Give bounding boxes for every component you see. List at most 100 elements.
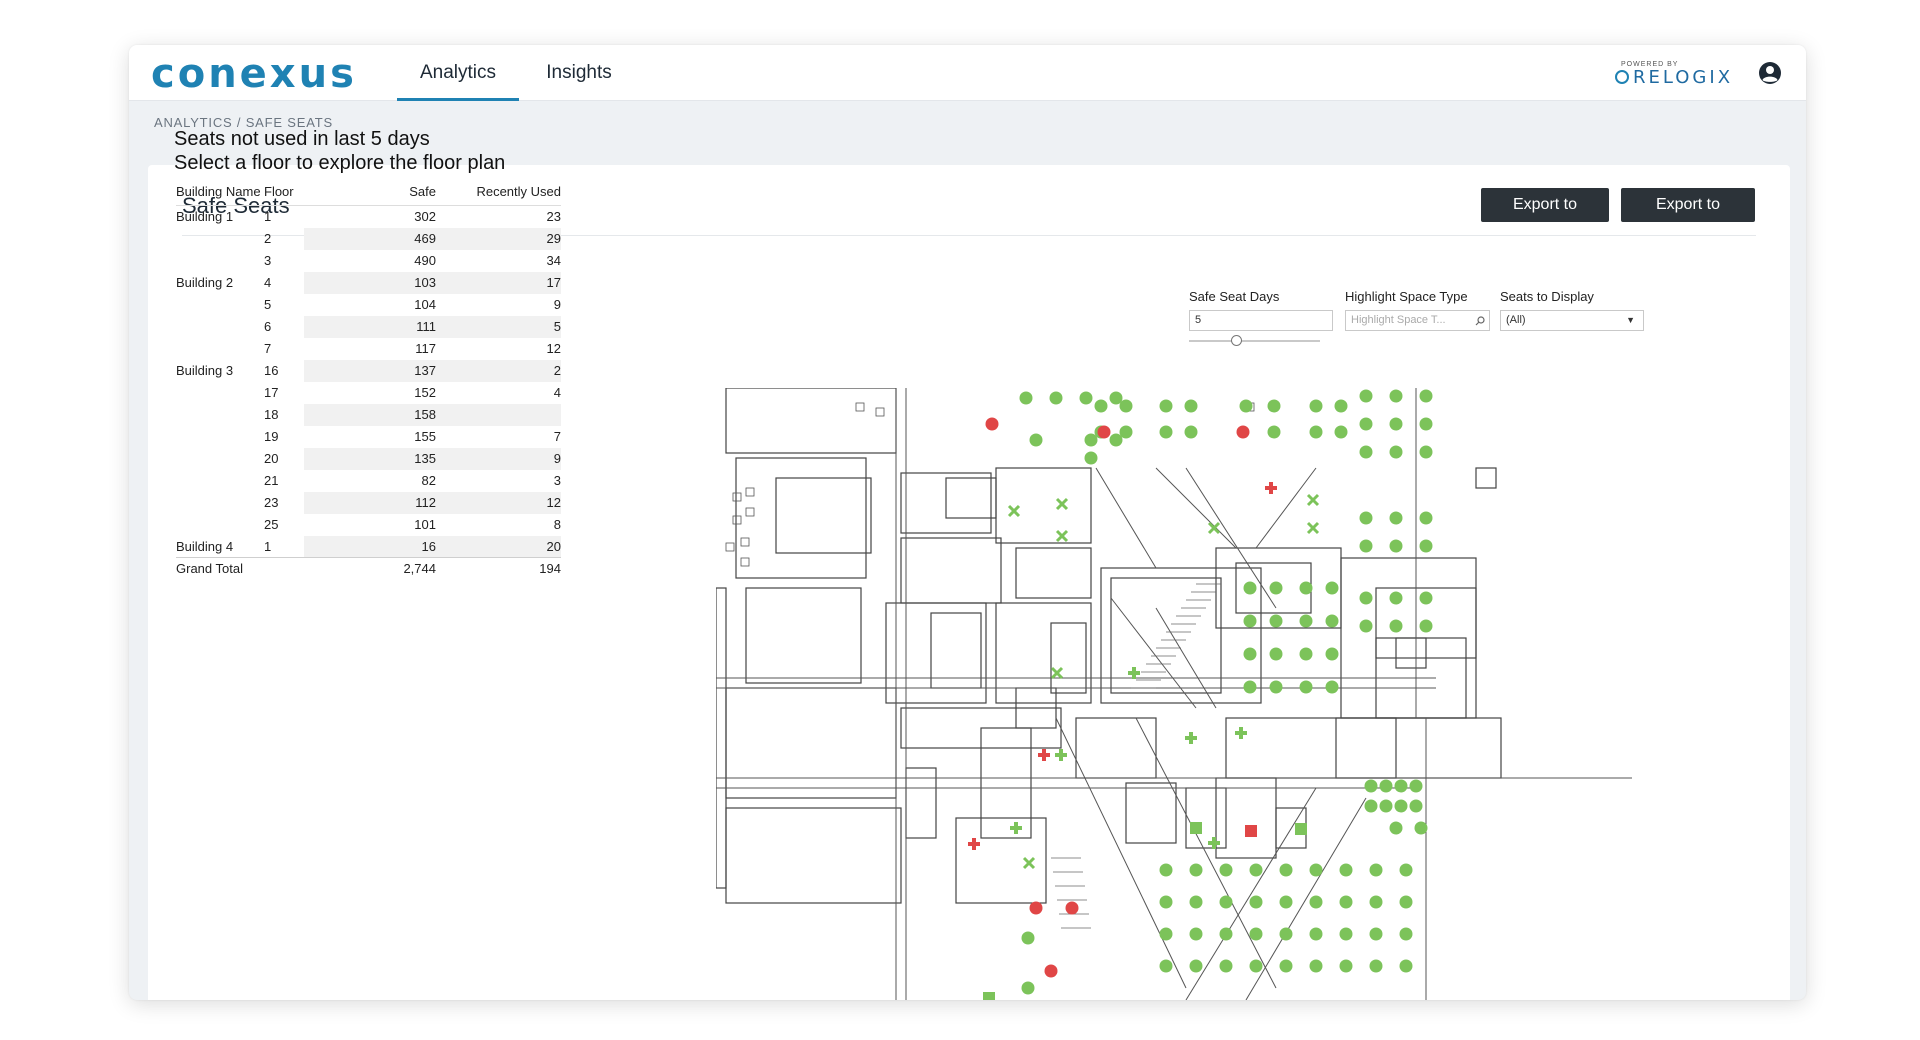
table-row[interactable]: 6 111 5	[176, 315, 561, 338]
safe-seat	[1049, 391, 1063, 405]
recently-used-seat	[1236, 425, 1250, 439]
floor-cell: 21	[264, 473, 279, 488]
safe-seat-days-input[interactable]: 5	[1189, 310, 1333, 331]
safe-seat-days-slider-handle[interactable]	[1231, 335, 1242, 346]
seats-to-display-label: Seats to Display	[1500, 289, 1594, 304]
safe-seat	[1364, 799, 1378, 813]
table-row[interactable]: Building 3 16 137 2	[176, 359, 561, 382]
safe-seat-days-slider-track[interactable]	[1189, 340, 1320, 342]
safe-seat	[1309, 895, 1323, 909]
floor-plan-room	[1125, 782, 1177, 844]
recently-used-cell: 29	[436, 227, 561, 250]
recently-used-cell: 23	[546, 209, 561, 225]
safe-seat	[1212, 837, 1216, 849]
table-row[interactable]: 2 469 29	[176, 227, 561, 250]
table-row[interactable]: Building 2 4 103 17	[176, 271, 561, 294]
safe-seat	[1021, 981, 1035, 995]
recently-used-cell: 7	[553, 429, 561, 444]
safe-seat	[1132, 667, 1136, 679]
safe-seat	[1309, 425, 1323, 439]
safe-seat	[1399, 927, 1413, 941]
floor-cell: 1	[264, 538, 272, 554]
recently-used-cell: 8	[553, 517, 561, 532]
conexus-logo[interactable]: conexus	[151, 51, 357, 97]
export-pdf-button[interactable]: Export to PDF	[1481, 188, 1609, 247]
tab-insights[interactable]: Insights	[524, 45, 634, 101]
table-row[interactable]: 23 112 12	[176, 491, 561, 514]
safe-count-cell: 135	[304, 447, 436, 470]
safe-count-cell: 111	[304, 315, 436, 338]
recently-used-seat	[972, 838, 976, 850]
viz-heading-line2: Select a floor to explore the floor plan	[174, 152, 506, 174]
floor-plan-room	[945, 477, 997, 519]
floor-cell: 16	[264, 363, 279, 378]
safe-seat	[1359, 539, 1373, 553]
table-row[interactable]: 25 101 8	[176, 514, 561, 536]
floor-plan-wall	[1095, 467, 1157, 569]
floor-cell: 3	[264, 253, 272, 268]
table-row[interactable]: 5 104 9	[176, 294, 561, 316]
safe-seat	[1299, 647, 1313, 661]
safe-seat	[1419, 389, 1433, 403]
table-row[interactable]: 19 155 7	[176, 426, 561, 448]
safe-seat	[1029, 433, 1043, 447]
floor-plan-room	[1185, 787, 1227, 849]
table-row[interactable]: 18 158	[176, 403, 561, 426]
safe-seat	[1419, 417, 1433, 431]
seats-to-display-select[interactable]: (All) ▼	[1500, 310, 1644, 331]
user-account-icon[interactable]	[1758, 61, 1782, 85]
safe-seat	[1269, 647, 1283, 661]
column-header-recently-used: Recently Used	[436, 184, 561, 206]
recently-used-cell	[436, 403, 561, 426]
relogix-logo: RELOGIX	[1615, 67, 1733, 88]
seats-to-display-value: (All)	[1506, 314, 1526, 326]
floor-cell: 1	[264, 209, 272, 225]
table-row[interactable]: 20 135 9	[176, 447, 561, 470]
safe-seat	[1269, 581, 1283, 595]
tab-analytics[interactable]: Analytics	[397, 45, 519, 101]
safe-seat	[1359, 619, 1373, 633]
table-row[interactable]: 7 117 12	[176, 338, 561, 360]
safe-seat	[1299, 614, 1313, 628]
floor-cell: 19	[264, 429, 279, 444]
search-icon[interactable]	[1475, 316, 1485, 326]
safe-seat	[1239, 727, 1243, 739]
table-row[interactable]: 17 152 4	[176, 382, 561, 404]
dropdown-arrow-icon: ▼	[1626, 315, 1635, 325]
safe-seat	[1219, 959, 1233, 973]
safe-seat	[1339, 863, 1353, 877]
safe-count-cell: 104	[414, 297, 436, 312]
safe-seat	[1419, 445, 1433, 459]
column-header-building: Building Name	[176, 184, 264, 206]
table-row[interactable]: 21 82 3	[176, 470, 561, 492]
safe-seat	[1243, 581, 1257, 595]
table-row[interactable]: 3 490 34	[176, 250, 561, 272]
safe-seat	[1219, 895, 1233, 909]
safe-seat	[1339, 959, 1353, 973]
highlight-space-type-input[interactable]: Highlight Space T...	[1345, 310, 1490, 331]
safe-count-cell: 117	[415, 341, 436, 356]
recently-used-cell: 9	[436, 447, 561, 470]
floor-plan-room	[1335, 717, 1502, 779]
safe-seat	[1389, 417, 1403, 431]
table-row[interactable]: Building 4 1 16 20	[176, 535, 561, 558]
safe-seat	[1399, 895, 1413, 909]
safe-seat	[1359, 417, 1373, 431]
safe-seat	[1359, 511, 1373, 525]
safe-seat	[1019, 391, 1033, 405]
building-cell	[176, 316, 264, 338]
export-png-button[interactable]: Export to PNG	[1621, 188, 1755, 247]
building-cell	[176, 470, 264, 492]
safe-count-cell: 155	[414, 429, 436, 444]
floor-plan-chair	[732, 492, 742, 502]
safe-seat	[1399, 863, 1413, 877]
safe-seat	[1219, 927, 1233, 941]
safe-seat	[1309, 959, 1323, 973]
safe-seat	[1419, 539, 1433, 553]
floor-cell: 20	[264, 451, 279, 466]
safe-seat	[1389, 445, 1403, 459]
floor-plan[interactable]	[716, 388, 1632, 1000]
table-row[interactable]: Building 1 1 302 23	[176, 206, 561, 228]
safe-seat	[1159, 399, 1173, 413]
safe-seat	[1379, 799, 1393, 813]
